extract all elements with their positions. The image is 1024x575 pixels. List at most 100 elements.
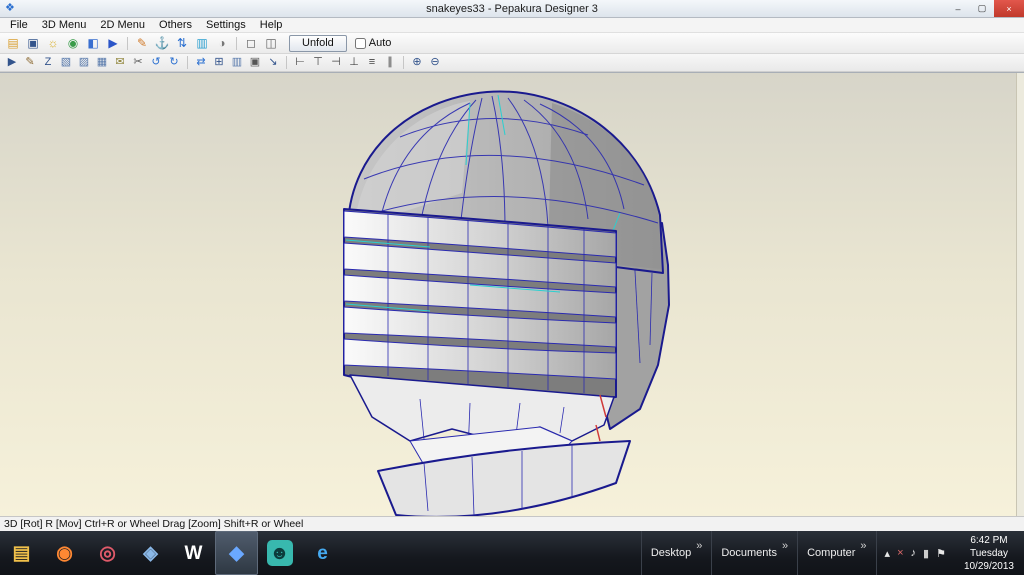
taskbar-app-file-explorer[interactable]: ▤ xyxy=(0,531,43,575)
taskbar-app-teal-app[interactable]: ☻ xyxy=(258,531,301,575)
align-bottom-button[interactable]: ⊥ xyxy=(345,55,363,70)
snake-eyes-helmet-model[interactable] xyxy=(0,73,1016,516)
volume-icon[interactable]: ♪ xyxy=(911,547,917,559)
chart-button[interactable]: ▥ xyxy=(192,34,212,52)
window-title: snakeyes33 - Pepakura Designer 3 xyxy=(0,3,1024,15)
unfold-button[interactable]: Unfold xyxy=(289,35,347,52)
zoom-in-button[interactable]: ⊕ xyxy=(408,55,426,70)
minimize-button[interactable]: – xyxy=(946,0,970,17)
rotate-cw-button[interactable]: ↻ xyxy=(165,55,183,70)
align-right-button[interactable]: ⊣ xyxy=(327,55,345,70)
swap-parts-icon: ⇄ xyxy=(196,57,205,68)
pencil-button[interactable]: ✎ xyxy=(132,34,152,52)
pane-single-button[interactable]: ◻ xyxy=(241,34,261,52)
swap-parts-button[interactable]: ⇄ xyxy=(192,55,210,70)
internet-explorer-icon: e xyxy=(310,540,336,566)
file-explorer-icon: ▤ xyxy=(9,540,35,566)
3d-viewport[interactable] xyxy=(0,72,1024,516)
join-face-icon: ▨ xyxy=(79,57,89,68)
rotate-ccw-button[interactable]: ↺ xyxy=(147,55,165,70)
menu-item-2d-menu[interactable]: 2D Menu xyxy=(93,19,152,31)
sheet-grid-button[interactable]: ▦ xyxy=(93,55,111,70)
edit-flap-button[interactable]: ✎ xyxy=(21,55,39,70)
viewport-scrollbar[interactable] xyxy=(1016,73,1024,516)
deskband-documents[interactable]: Documents» xyxy=(711,531,797,575)
pepakura-designer-window: ❖ snakeyes33 - Pepakura Designer 3 –▢× F… xyxy=(0,0,1024,575)
align-left-button[interactable]: ⊢ xyxy=(291,55,309,70)
auto-checkbox[interactable] xyxy=(355,38,366,49)
taskbar-app-pepakura-designer[interactable]: ◆ xyxy=(215,531,258,575)
save-file-button[interactable]: ▣ xyxy=(23,34,43,52)
mail-export-button[interactable]: ✉ xyxy=(111,55,129,70)
menu-item-help[interactable]: Help xyxy=(253,19,290,31)
secondary-toolbar: ▶ ✎Z ▧ ▨ ▦ ✉ ✂↺ ↻ ⇄ ⊞▥▣ ↘ ⊢⊤ ⊣ ⊥ ≡∥ ⊕ ⊖ xyxy=(0,54,1024,72)
chart-icon: ▥ xyxy=(196,37,207,49)
taskbar-app-firefox[interactable]: ◉ xyxy=(43,531,86,575)
open-file-button[interactable]: ▤ xyxy=(3,34,23,52)
select-mode-button[interactable]: ▶ xyxy=(3,55,21,70)
sleep-part-button[interactable]: Z xyxy=(39,55,57,70)
deskband-chevron-icon[interactable]: » xyxy=(860,540,866,552)
divide-face-icon: ▧ xyxy=(61,57,71,68)
menu-item-3d-menu[interactable]: 3D Menu xyxy=(35,19,94,31)
menu-bar: File3D Menu2D MenuOthersSettingsHelp xyxy=(0,18,1024,33)
select-arrow-icon: ▶ xyxy=(108,37,117,49)
deskband-chevron-icon[interactable]: » xyxy=(696,540,702,552)
light-button[interactable]: ☼ xyxy=(43,34,63,52)
deskband-desktop[interactable]: Desktop » xyxy=(641,531,711,575)
pepakura-logo-icon: ❖ xyxy=(5,3,15,14)
fill-button[interactable]: ◑ xyxy=(212,34,232,52)
taskbar-app-image-viewer[interactable]: ◎ xyxy=(86,531,129,575)
rotate-cw-icon: ↻ xyxy=(169,57,178,68)
distribute-v-button[interactable]: ∥ xyxy=(381,55,399,70)
edge-id-button[interactable]: ⊞ xyxy=(210,55,228,70)
view-shade-icon: ◧ xyxy=(87,37,98,49)
menu-item-file[interactable]: File xyxy=(3,19,35,31)
select-mode-icon: ▶ xyxy=(8,57,16,68)
flag-icon[interactable]: ⚑ xyxy=(936,547,946,560)
menu-item-settings[interactable]: Settings xyxy=(199,19,253,31)
export-corner-button[interactable]: ↘ xyxy=(264,55,282,70)
status-bar: 3D [Rot] R [Mov] Ctrl+R or Wheel Drag [Z… xyxy=(0,516,1024,531)
divide-face-button[interactable]: ▧ xyxy=(57,55,75,70)
firefox-icon: ◉ xyxy=(52,540,78,566)
zoom-out-button[interactable]: ⊖ xyxy=(426,55,444,70)
cut-edge-button[interactable]: ✂ xyxy=(129,55,147,70)
page-layout-button[interactable]: ▥ xyxy=(228,55,246,70)
network-alert-icon[interactable]: × xyxy=(897,547,903,559)
anchor-button[interactable]: ⚓ xyxy=(152,34,172,52)
taskbar-deskbands: Desktop»Documents»Computer» xyxy=(641,531,876,575)
show-hidden-icons-icon[interactable]: ▴ xyxy=(885,547,891,560)
zoom-in-icon: ⊕ xyxy=(412,57,421,68)
windows-taskbar: ▤◉◎◈W◆☻e Desktop»Documents»Computer» ▴×♪… xyxy=(0,531,1024,575)
taskbar-app-internet-explorer[interactable]: e xyxy=(301,531,344,575)
menu-item-others[interactable]: Others xyxy=(152,19,199,31)
close-button[interactable]: × xyxy=(994,0,1024,17)
deskband-chevron-icon[interactable]: » xyxy=(782,540,788,552)
align-bottom-icon: ⊥ xyxy=(349,57,359,68)
taskbar-app-media-app[interactable]: ◈ xyxy=(129,531,172,575)
taskbar-app-w-app[interactable]: W xyxy=(172,531,215,575)
maximize-button[interactable]: ▢ xyxy=(970,0,994,17)
clock-date: 10/29/2013 xyxy=(964,560,1014,573)
flip-vertical-button[interactable]: ⇅ xyxy=(172,34,192,52)
anchor-icon: ⚓ xyxy=(155,37,170,49)
taskbar-clock[interactable]: 6:42 PM Tuesday 10/29/2013 xyxy=(954,531,1024,575)
main-toolbar: ▤▣☼◉◧▶✎⚓⇅▥◑◻◫Unfold Auto xyxy=(0,33,1024,54)
texture-sphere-button[interactable]: ◉ xyxy=(63,34,83,52)
align-right-icon: ⊣ xyxy=(331,57,341,68)
save-file-icon: ▣ xyxy=(27,37,38,49)
distribute-h-button[interactable]: ≡ xyxy=(363,55,381,70)
deskband-computer[interactable]: Computer» xyxy=(797,531,875,575)
join-face-button[interactable]: ▨ xyxy=(75,55,93,70)
align-top-button[interactable]: ⊤ xyxy=(309,55,327,70)
select-arrow-button[interactable]: ▶ xyxy=(103,34,123,52)
title-bar[interactable]: ❖ snakeyes33 - Pepakura Designer 3 –▢× xyxy=(0,0,1024,18)
export-corner-icon: ↘ xyxy=(268,57,277,68)
mail-export-icon: ✉ xyxy=(115,57,124,68)
pane-split-button[interactable]: ◫ xyxy=(261,34,281,52)
deskband-label: Desktop xyxy=(651,547,691,559)
view-shade-button[interactable]: ◧ xyxy=(83,34,103,52)
print-button[interactable]: ▣ xyxy=(246,55,264,70)
power-icon[interactable]: ▮ xyxy=(923,547,929,560)
